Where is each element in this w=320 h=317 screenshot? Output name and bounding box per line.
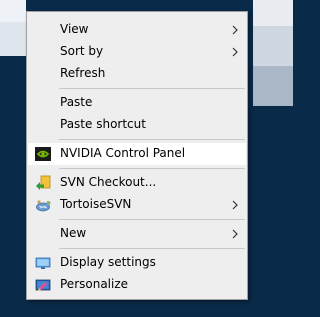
menu-item-paste[interactable]: Paste: [28, 92, 246, 114]
desktop-logo-pane: [253, 66, 293, 106]
chevron-right-icon: [232, 25, 238, 35]
desktop-logo-pane: [0, 22, 26, 56]
display-settings-icon: [35, 257, 51, 269]
menu-item-label: Display settings: [60, 255, 156, 269]
chevron-right-icon: [232, 200, 238, 210]
menu-item-label: Paste: [60, 95, 93, 109]
personalize-icon: [35, 279, 51, 291]
menu-item-new[interactable]: New: [28, 223, 246, 245]
menu-separator: [59, 88, 245, 89]
chevron-right-icon: [232, 229, 238, 239]
desktop-logo-pane: [253, 26, 293, 66]
menu-item-sort-by[interactable]: Sort by: [28, 41, 246, 63]
menu-item-svn-checkout[interactable]: SVN Checkout...: [28, 172, 246, 194]
menu-separator: [59, 168, 245, 169]
menu-item-label: TortoiseSVN: [60, 197, 132, 211]
menu-item-display-settings[interactable]: Display settings: [28, 252, 246, 274]
menu-separator: [59, 139, 245, 140]
menu-item-label: New: [60, 226, 87, 240]
menu-item-view[interactable]: View: [28, 19, 246, 41]
menu-item-refresh[interactable]: Refresh: [28, 63, 246, 85]
menu-item-label: SVN Checkout...: [60, 175, 157, 189]
menu-item-tortoisesvn[interactable]: TortoiseSVN: [28, 194, 246, 216]
menu-item-paste-shortcut[interactable]: Paste shortcut: [28, 114, 246, 136]
desktop-context-menu: View Sort by Refresh Paste Paste shortcu…: [26, 11, 248, 300]
menu-separator: [59, 219, 245, 220]
tortoisesvn-icon: [36, 200, 51, 212]
menu-item-label: NVIDIA Control Panel: [60, 146, 186, 160]
svn-checkout-icon: [36, 175, 51, 190]
chevron-right-icon: [232, 47, 238, 57]
menu-item-nvidia-control-panel[interactable]: NVIDIA Control Panel: [28, 143, 246, 165]
menu-item-label: Sort by: [60, 44, 104, 58]
menu-item-personalize[interactable]: Personalize: [28, 274, 246, 296]
desktop-logo-pane: [253, 0, 293, 26]
menu-item-label: View: [60, 22, 89, 36]
desktop-logo-pane: [0, 0, 26, 22]
menu-item-label: Personalize: [60, 277, 129, 291]
menu-separator: [59, 248, 245, 249]
menu-item-label: Paste shortcut: [60, 117, 146, 131]
nvidia-icon: [35, 147, 51, 161]
menu-item-label: Refresh: [60, 66, 106, 80]
